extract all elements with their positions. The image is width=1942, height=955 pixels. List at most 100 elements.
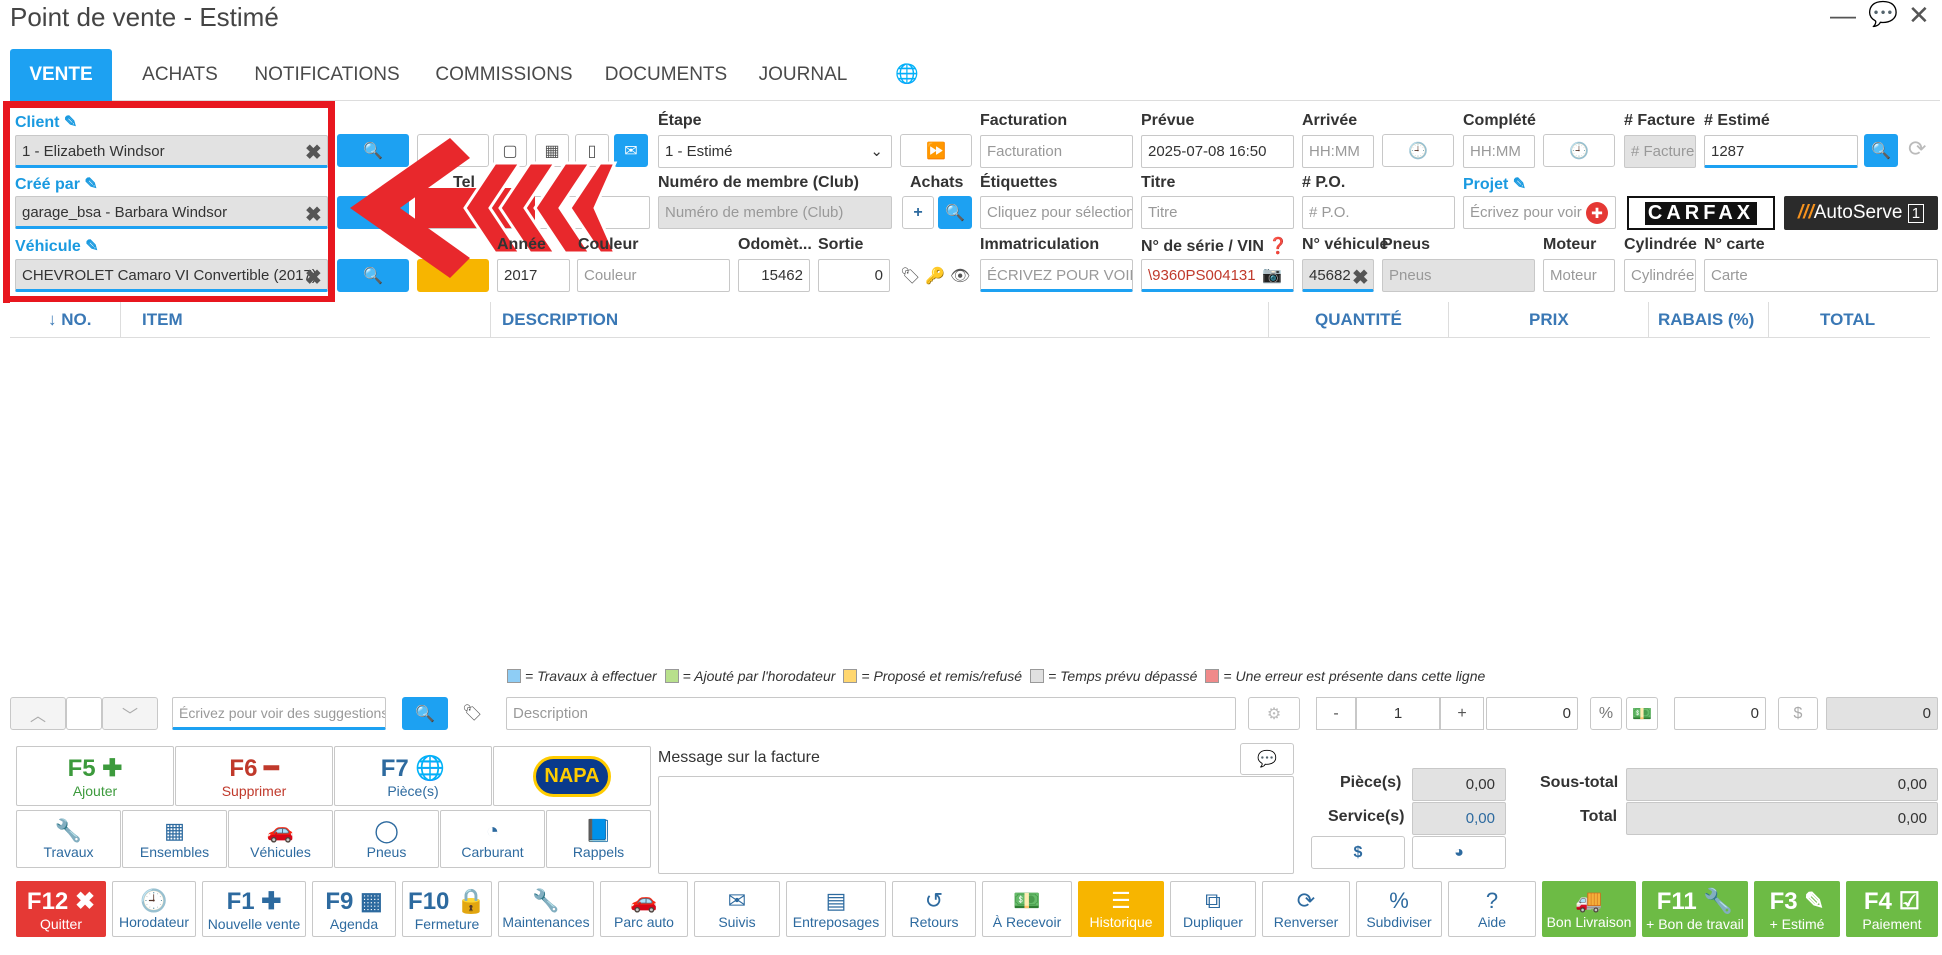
dupliquer-button[interactable]: ⧉ Dupliquer (1170, 881, 1256, 937)
quit-button[interactable]: F12 ✖ Quitter (16, 881, 106, 937)
globe-icon[interactable]: 🌐 (882, 49, 932, 101)
add-button[interactable]: F5 ✚ Ajouter (16, 746, 174, 806)
arrivee-field[interactable]: HH:MM (1302, 135, 1374, 168)
etiquettes-field[interactable]: Cliquez pour sélectionner (980, 196, 1133, 229)
col-rabais[interactable]: RABAIS (%) (1658, 302, 1754, 338)
autoserve-logo[interactable]: ///AutoServe 1 (1784, 196, 1938, 230)
qty-plus-button[interactable]: + (1440, 697, 1484, 730)
paiement-button[interactable]: F4 ☑ Paiement (1846, 881, 1938, 937)
suggest-field[interactable]: Écrivez pour voir des suggestions (172, 697, 386, 730)
search-item-button[interactable]: 🔍 (402, 697, 448, 730)
facturation-field[interactable]: Facturation (980, 135, 1133, 168)
pieces-button[interactable]: F7 🌐 Pièce(s) (334, 746, 492, 806)
dollar-button[interactable]: $ (1311, 836, 1405, 869)
parc-auto-button[interactable]: 🚗 Parc auto (600, 881, 688, 937)
pneus-field[interactable]: Pneus (1382, 259, 1535, 292)
qty-minus-button[interactable]: - (1316, 697, 1356, 730)
description-field[interactable]: Description (506, 697, 1236, 730)
rappels-button[interactable]: 📘 Rappels (546, 810, 651, 868)
arrivee-clock-icon[interactable]: 🕘 (1382, 134, 1454, 167)
complete-field[interactable]: HH:MM (1463, 135, 1535, 168)
dollar-icon[interactable]: $ (1778, 697, 1818, 730)
move-down-icon[interactable]: ﹀ (102, 697, 158, 730)
couleur-field[interactable]: Couleur (577, 259, 730, 292)
delete-button[interactable]: F6 ━ Supprimer (175, 746, 333, 806)
tab-achats[interactable]: ACHATS (120, 49, 240, 101)
pneus-button[interactable]: ◯ Pneus (334, 810, 439, 868)
key-icon[interactable]: 🔑 (925, 266, 945, 286)
estime-field[interactable]: 1287 (1704, 135, 1858, 168)
col-quantite[interactable]: QUANTITÉ (1315, 302, 1402, 338)
tab-journal[interactable]: JOURNAL (748, 49, 858, 101)
comment-icon[interactable]: 💬 (1240, 743, 1294, 775)
club-field[interactable]: Numéro de membre (Club) (658, 196, 892, 229)
sortie-field[interactable]: 0 (818, 259, 890, 292)
money-icon[interactable]: 💵 (1626, 697, 1658, 730)
annee-field[interactable]: 2017 (497, 259, 570, 292)
travaux-button[interactable]: 🔧 Travaux (16, 810, 121, 868)
minimize-icon[interactable]: — (1830, 0, 1856, 31)
tag-icon[interactable]: 🏷 (462, 703, 482, 723)
bon-travail-button[interactable]: F11 🔧 + Bon de travail (1642, 881, 1748, 937)
moteur-field[interactable]: Moteur (1543, 259, 1615, 292)
retours-button[interactable]: ↺ Retours (892, 881, 976, 937)
line-number-field[interactable] (66, 697, 102, 730)
subdiviser-button[interactable]: % Subdiviser (1356, 881, 1442, 937)
settings-gear-icon[interactable]: ⚙ (1248, 697, 1300, 730)
vehicules-button[interactable]: 🚗 Véhicules (228, 810, 333, 868)
search-achat-button[interactable]: 🔍 (938, 196, 972, 229)
etape-select[interactable]: 1 - Estimé ⌄ (658, 135, 892, 168)
col-item[interactable]: ITEM (142, 302, 183, 338)
tab-documents[interactable]: DOCUMENTS (596, 49, 736, 101)
tag-icon[interactable]: 🏷 (900, 266, 920, 286)
search-estime-button[interactable]: 🔍 (1864, 134, 1898, 167)
rabais-field[interactable]: 0 (1674, 697, 1766, 730)
bon-livraison-button[interactable]: 🚚 Bon Livraison (1542, 881, 1636, 937)
carfax-logo[interactable]: CARFAX (1627, 196, 1775, 230)
move-up-icon[interactable]: ︿ (10, 697, 66, 730)
carburant-button[interactable]: ◔ Carburant (440, 810, 545, 868)
ensembles-button[interactable]: ▦ Ensembles (122, 810, 227, 868)
add-achat-button[interactable]: + (902, 196, 934, 229)
facture-field[interactable]: # Facture (1624, 135, 1696, 168)
edit-icon[interactable]: ✎ (1513, 176, 1526, 193)
horodateur-button[interactable]: 🕘 Horodateur (112, 881, 196, 937)
aide-button[interactable]: ? Aide (1448, 881, 1536, 937)
prevue-field[interactable]: 2025-07-08 16:50 (1141, 135, 1294, 168)
fermeture-button[interactable]: F10 🔒 Fermeture (402, 881, 492, 937)
maintenances-button[interactable]: 🔧 Maintenances (498, 881, 594, 937)
next-step-button[interactable]: ⏩ (900, 134, 972, 167)
clear-nvehicule-icon[interactable]: ✖ (1352, 265, 1369, 290)
refresh-icon[interactable]: ⟳ (1908, 136, 1926, 162)
cylindree-field[interactable]: Cylindrée (1624, 259, 1696, 292)
message-textarea[interactable] (658, 776, 1294, 874)
titre-field[interactable]: Titre (1141, 196, 1294, 229)
immat-field[interactable]: ÉCRIVEZ POUR VOIR (980, 259, 1133, 292)
po-field[interactable]: # P.O. (1302, 196, 1455, 229)
col-description[interactable]: DESCRIPTION (502, 302, 618, 338)
tab-vente[interactable]: VENTE (10, 49, 112, 101)
complete-clock-icon[interactable]: 🕘 (1543, 134, 1615, 167)
projet-add-icon[interactable]: ✚ (1586, 202, 1608, 224)
eye-icon[interactable]: 👁 (950, 266, 970, 286)
carte-field[interactable]: Carte (1704, 259, 1938, 292)
suivis-button[interactable]: ✉ Suivis (694, 881, 780, 937)
col-prix[interactable]: PRIX (1529, 302, 1569, 338)
estime-button[interactable]: F3 ✎ + Estimé (1754, 881, 1840, 937)
odometre-field[interactable]: 15462 (738, 259, 810, 292)
agenda-button[interactable]: F9 ▦ Agenda (312, 881, 396, 937)
pie-chart-icon[interactable]: ◕ (1412, 836, 1506, 869)
percent-icon[interactable]: % (1590, 697, 1622, 730)
chat-icon[interactable]: 💬 (1868, 0, 1898, 29)
nouvelle-vente-button[interactable]: F1 ✚ Nouvelle vente (202, 881, 306, 937)
col-no[interactable]: ↓ NO. (48, 302, 91, 338)
prix-field[interactable]: 0 (1486, 697, 1578, 730)
help-icon[interactable]: ❓ (1268, 238, 1288, 255)
napa-button[interactable]: NAPA (493, 746, 651, 806)
tab-notifications[interactable]: NOTIFICATIONS (242, 49, 412, 101)
qty-field[interactable]: 1 (1356, 697, 1440, 730)
tab-commissions[interactable]: COMMISSIONS (422, 49, 586, 101)
entreposages-button[interactable]: ▤ Entreposages (786, 881, 886, 937)
line-total-field[interactable]: 0 (1826, 697, 1938, 730)
col-total[interactable]: TOTAL (1820, 302, 1875, 338)
